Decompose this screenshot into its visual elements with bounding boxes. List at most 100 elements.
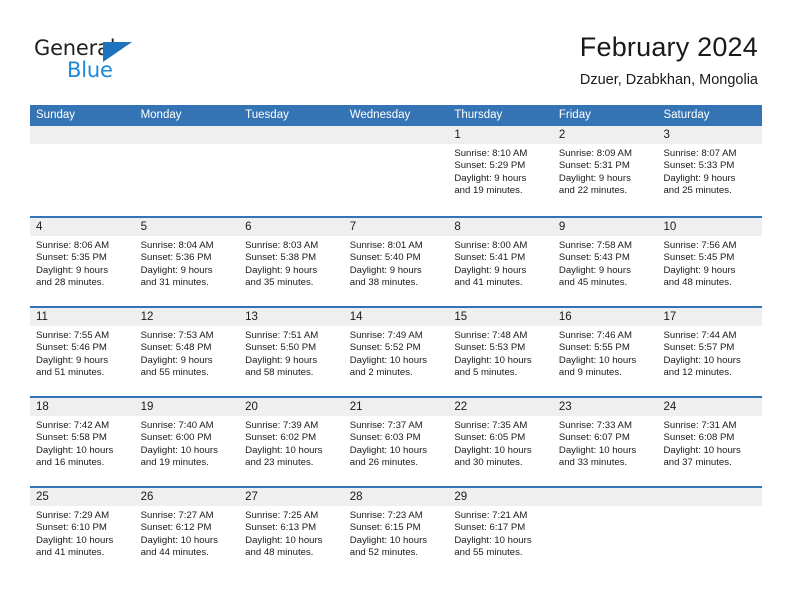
sunrise-text: Sunrise: 7:46 AM [558,330,632,341]
day-cell[interactable]: 26 Sunrise: 7:27 AM Sunset: 6:12 PM Dayligh… [134,488,240,576]
daylight-text-line2: and 51 minutes. [36,367,105,379]
day-cell-empty [343,126,449,216]
sunrise-text: Sunrise: 7:40 AM [140,420,214,431]
daylight-text-line2: and 48 minutes. [663,277,732,289]
daylight-text-line2: and 52 minutes. [349,547,419,559]
day-number: 19 [134,398,240,416]
daylight-text-line1: Daylight: 10 hours [140,444,218,456]
day-cell[interactable]: 27 Sunrise: 7:25 AM Sunset: 6:13 PM Dayligh… [239,488,344,576]
weekday-thursday: Thursday [454,109,503,121]
day-cell[interactable]: 8 Sunrise: 8:00 AM Sunset: 5:41 PM Daylight… [448,218,553,306]
day-info: Sunrise: 7:44 AM Sunset: 5:57 PM Daylight:… [657,326,762,380]
logo-text-blue: Blue [67,58,113,82]
sunset-text: Sunset: 6:10 PM [36,522,107,534]
sunrise-text: Sunrise: 7:58 AM [558,240,632,251]
day-cell[interactable]: 20 Sunrise: 7:39 AM Sunset: 6:02 PM Dayligh… [239,398,344,486]
sunrise-text: Sunrise: 8:00 AM [454,240,528,251]
day-number: 25 [30,488,135,506]
day-cell[interactable]: 22 Sunrise: 7:35 AM Sunset: 6:05 PM Dayligh… [448,398,553,486]
day-cell[interactable]: 28 Sunrise: 7:23 AM Sunset: 6:15 PM Dayligh… [343,488,449,576]
sunset-text: Sunset: 5:45 PM [663,252,735,264]
sunset-text: Sunset: 6:00 PM [140,432,212,444]
sunrise-text: Sunrise: 7:31 AM [663,420,737,431]
day-info: Sunrise: 7:35 AM Sunset: 6:05 PM Daylight:… [448,416,553,470]
daylight-text-line1: Daylight: 10 hours [454,444,532,456]
sunrise-text: Sunrise: 7:39 AM [245,420,319,431]
page-subtitle: Dzuer, Dzabkhan, Mongolia [579,72,758,88]
day-cell[interactable]: 5 Sunrise: 8:04 AM Sunset: 5:36 PM Daylight… [134,218,240,306]
daylight-text-line1: Daylight: 10 hours [349,534,428,546]
sunset-text: Sunset: 6:12 PM [140,522,212,534]
daylight-text-line1: Daylight: 10 hours [140,534,218,546]
day-cell[interactable]: 24 Sunrise: 7:31 AM Sunset: 6:08 PM Dayligh… [657,398,763,486]
day-cell[interactable]: 1 Sunrise: 8:10 AM Sunset: 5:29 PM Daylight… [448,126,553,216]
day-number: 7 [343,218,449,236]
weekday-wednesday: Wednesday [349,109,411,121]
daylight-text-line1: Daylight: 9 hours [454,264,527,276]
day-info: Sunrise: 8:00 AM Sunset: 5:41 PM Daylight:… [448,236,553,290]
day-cell[interactable]: 25 Sunrise: 7:29 AM Sunset: 6:10 PM Dayligh… [30,488,135,576]
day-cell[interactable]: 29 Sunrise: 7:21 AM Sunset: 6:17 PM Dayligh… [448,488,553,576]
sunrise-text: Sunrise: 7:44 AM [663,330,737,341]
sunrise-text: Sunrise: 7:48 AM [454,330,528,341]
sunset-text: Sunset: 6:15 PM [349,522,421,534]
daylight-text-line1: Daylight: 10 hours [36,534,114,546]
daylight-text-line1: Daylight: 10 hours [349,444,428,456]
day-cell[interactable]: 14 Sunrise: 7:49 AM Sunset: 5:52 PM Dayligh… [343,308,449,396]
day-cell[interactable]: 6 Sunrise: 8:03 AM Sunset: 5:38 PM Daylight… [239,218,344,306]
sunset-text: Sunset: 5:29 PM [454,160,526,172]
day-cell-empty [657,488,763,576]
sunrise-text: Sunrise: 7:29 AM [36,510,110,521]
sunset-text: Sunset: 6:17 PM [454,522,526,534]
day-cell[interactable]: 2 Sunrise: 8:09 AM Sunset: 5:31 PM Daylight… [552,126,658,216]
day-cell[interactable]: 13 Sunrise: 7:51 AM Sunset: 5:50 PM Dayligh… [239,308,344,396]
day-cell[interactable]: 17 Sunrise: 7:44 AM Sunset: 5:57 PM Dayligh… [657,308,763,396]
daylight-text-line2: and 33 minutes. [558,457,628,469]
day-info: Sunrise: 7:40 AM Sunset: 6:00 PM Daylight:… [135,416,240,470]
weekday-saturday: Saturday [663,109,710,121]
day-number: 20 [239,398,344,416]
weekday-header-row: Sunday Monday Tuesday Wednesday Thursday… [30,105,762,126]
daylight-text-line2: and 55 minutes. [140,367,209,379]
week-row: 25 Sunrise: 7:29 AM Sunset: 6:10 PM Dayligh… [30,486,763,576]
sunrise-text: Sunrise: 7:51 AM [245,330,319,341]
daylight-text-line1: Daylight: 10 hours [663,354,741,366]
sunrise-text: Sunrise: 8:07 AM [663,148,737,159]
daylight-text-line2: and 23 minutes. [245,457,314,469]
sunset-text: Sunset: 5:31 PM [558,160,630,172]
day-cell[interactable]: 10 Sunrise: 7:56 AM Sunset: 5:45 PM Dayligh… [657,218,763,306]
day-cell[interactable]: 18 Sunrise: 7:42 AM Sunset: 5:58 PM Dayligh… [30,398,135,486]
day-cell[interactable]: 11 Sunrise: 7:55 AM Sunset: 5:46 PM Dayligh… [30,308,135,396]
day-info: Sunrise: 7:49 AM Sunset: 5:52 PM Daylight:… [344,326,449,380]
day-info: Sunrise: 8:06 AM Sunset: 5:35 PM Daylight:… [30,236,135,290]
page-title: February 2024 [579,32,758,62]
day-number: 17 [657,308,763,326]
day-number: 23 [552,398,658,416]
daylight-text-line2: and 12 minutes. [663,367,732,379]
day-cell[interactable]: 7 Sunrise: 8:01 AM Sunset: 5:40 PM Daylight… [343,218,449,306]
daylight-text-line1: Daylight: 10 hours [558,444,637,456]
day-cell[interactable]: 19 Sunrise: 7:40 AM Sunset: 6:00 PM Dayligh… [134,398,240,486]
day-cell[interactable]: 12 Sunrise: 7:53 AM Sunset: 5:48 PM Dayligh… [134,308,240,396]
day-number: 15 [448,308,553,326]
sunrise-text: Sunrise: 7:53 AM [140,330,214,341]
day-cell[interactable]: 4 Sunrise: 8:06 AM Sunset: 5:35 PM Daylight… [30,218,135,306]
day-cell[interactable]: 3 Sunrise: 8:07 AM Sunset: 5:33 PM Daylight… [657,126,763,216]
daylight-text-line2: and 26 minutes. [349,457,419,469]
day-cell[interactable]: 9 Sunrise: 7:58 AM Sunset: 5:43 PM Daylight… [552,218,658,306]
sunset-text: Sunset: 5:57 PM [663,342,735,354]
day-cell[interactable]: 23 Sunrise: 7:33 AM Sunset: 6:07 PM Dayligh… [552,398,658,486]
day-info: Sunrise: 7:51 AM Sunset: 5:50 PM Daylight:… [239,326,344,380]
day-number [30,126,135,144]
day-number [134,126,240,144]
daylight-text-line1: Daylight: 9 hours [245,354,318,366]
sunrise-text: Sunrise: 7:21 AM [454,510,528,521]
daylight-text-line2: and 28 minutes. [36,277,105,289]
sunset-text: Sunset: 5:50 PM [245,342,317,354]
daylight-text-line2: and 19 minutes. [454,185,523,197]
day-cell[interactable]: 16 Sunrise: 7:46 AM Sunset: 5:55 PM Dayligh… [552,308,658,396]
day-cell[interactable]: 21 Sunrise: 7:37 AM Sunset: 6:03 PM Dayligh… [343,398,449,486]
day-cell[interactable]: 15 Sunrise: 7:48 AM Sunset: 5:53 PM Dayligh… [448,308,553,396]
sunrise-text: Sunrise: 8:10 AM [454,148,528,159]
day-number: 12 [134,308,240,326]
